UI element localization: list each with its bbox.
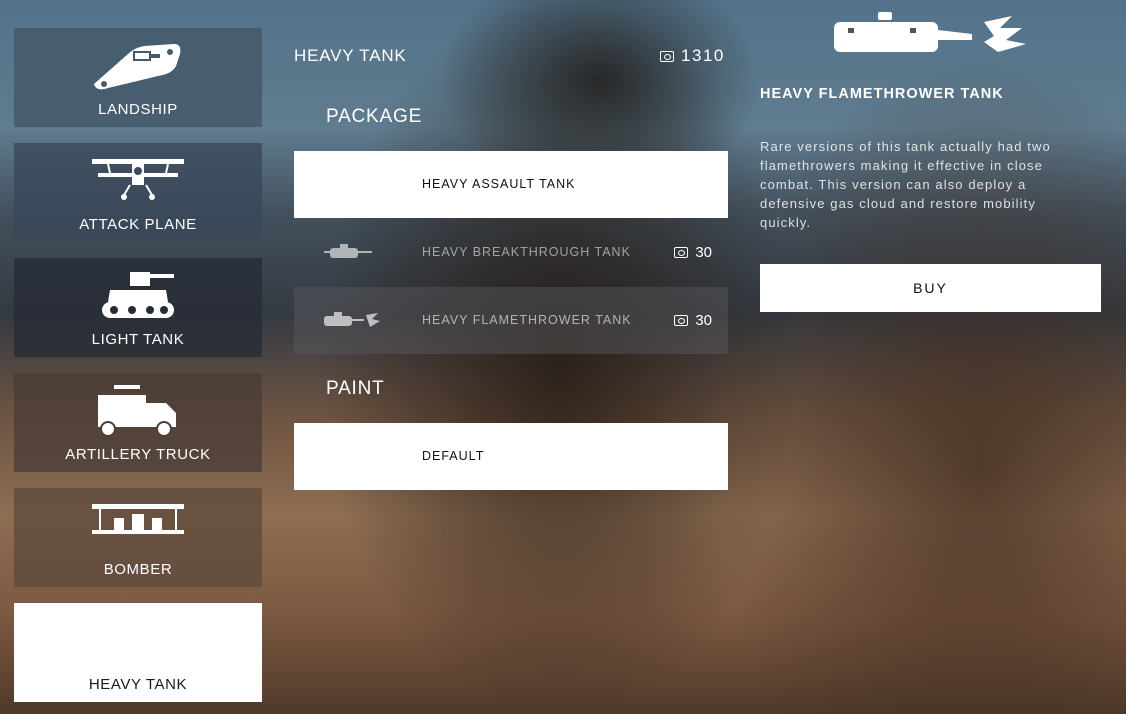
flamethrower-tank-icon (324, 312, 380, 327)
vehicle-label: HEAVY TANK (88, 676, 188, 693)
bomber-icon (92, 504, 184, 534)
price-value: 30 (695, 244, 712, 261)
package-item-heavy-assault[interactable]: HEAVY ASSAULT TANK (294, 151, 728, 218)
vehicle-label: LANDSHIP (98, 101, 178, 118)
attack-plane-icon (92, 159, 184, 200)
paint-label: DEFAULT (422, 449, 485, 463)
paint-item-default[interactable]: DEFAULT (294, 423, 728, 490)
artillery-truck-icon (98, 385, 176, 437)
landship-icon (94, 44, 181, 90)
vehicle-card-landship[interactable]: LANDSHIP (14, 28, 262, 127)
page-title: HEAVY TANK (294, 46, 407, 65)
flamethrower-tank-icon (834, 12, 1026, 52)
vehicle-card-artillery-truck[interactable]: ARTILLERY TRUCK (14, 373, 262, 472)
vehicle-label: ATTACK PLANE (79, 216, 197, 233)
vehicle-label: LIGHT TANK (91, 331, 185, 348)
vehicle-card-attack-plane[interactable]: ATTACK PLANE (14, 143, 262, 242)
package-label: HEAVY BREAKTHROUGH TANK (422, 245, 631, 259)
package-item-heavy-flamethrower[interactable]: HEAVY FLAMETHROWER TANK 30 (294, 287, 728, 354)
currency-icon (674, 247, 689, 258)
vehicle-label: BOMBER (103, 561, 173, 578)
package-label: HEAVY FLAMETHROWER TANK (422, 313, 632, 327)
price-value: 30 (695, 312, 712, 329)
paint-heading: PAINT (326, 378, 385, 399)
package-price: 30 (674, 287, 712, 354)
currency-icon (674, 315, 689, 326)
vehicle-card-light-tank[interactable]: LIGHT TANK (14, 258, 262, 357)
detail-description: Rare versions of this tank actually had … (760, 139, 1051, 230)
buy-button[interactable]: BUY (760, 264, 1101, 312)
vehicle-card-heavy-tank[interactable]: HEAVY TANK (14, 603, 262, 702)
currency-icon (660, 50, 674, 62)
package-heading: PACKAGE (326, 106, 423, 127)
vehicle-card-bomber[interactable]: BOMBER (14, 488, 262, 587)
currency-balance: 1310 (660, 46, 725, 66)
vehicle-label: ARTILLERY TRUCK (65, 446, 211, 463)
detail-title: HEAVY FLAMETHROWER TANK (760, 86, 1004, 102)
package-label: HEAVY ASSAULT TANK (422, 177, 576, 191)
package-item-heavy-breakthrough[interactable]: HEAVY BREAKTHROUGH TANK 30 (294, 219, 728, 286)
package-price: 30 (674, 219, 712, 286)
light-tank-icon (102, 272, 174, 318)
balance-value: 1310 (681, 46, 725, 65)
breakthrough-tank-icon (324, 244, 372, 258)
